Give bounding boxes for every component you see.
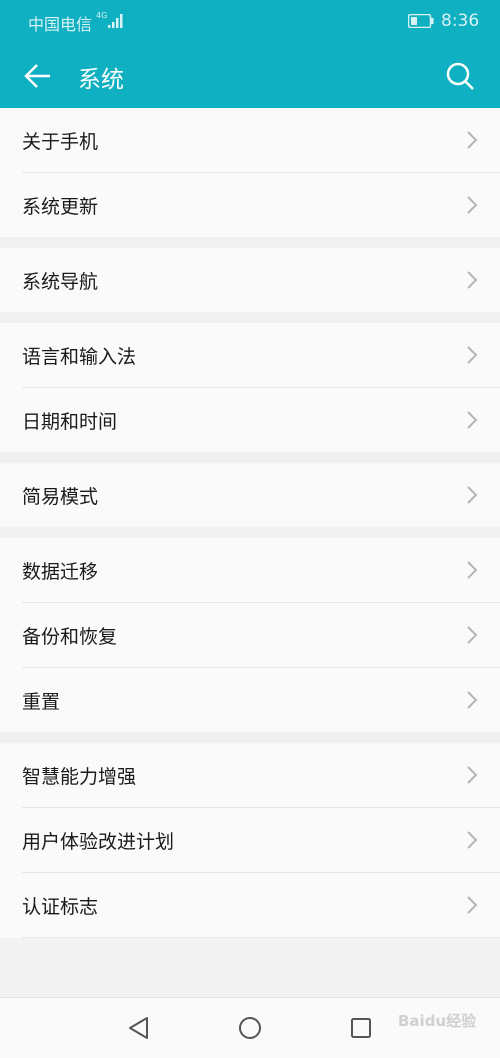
settings-item-data-migration[interactable]: 数据迁移 — [22, 538, 500, 603]
triangle-back-icon — [129, 1017, 148, 1039]
settings-item-user-experience[interactable]: 用户体验改进计划 — [22, 808, 500, 873]
settings-item-label: 系统更新 — [22, 196, 99, 218]
settings-item-backup-restore[interactable]: 备份和恢复 — [22, 603, 500, 668]
settings-item-simple-mode[interactable]: 简易模式 — [22, 463, 500, 527]
settings-item-label: 重置 — [22, 691, 61, 713]
search-button[interactable] — [440, 58, 480, 94]
chevron-right-icon — [467, 896, 478, 914]
signal-icon: 4G — [96, 11, 123, 28]
settings-item-language-input[interactable]: 语言和输入法 — [22, 323, 500, 388]
settings-group-2: 系统导航 — [0, 248, 500, 312]
settings-item-reset[interactable]: 重置 — [22, 668, 500, 732]
chevron-right-icon — [467, 486, 478, 504]
settings-item-system-navigation[interactable]: 系统导航 — [22, 248, 500, 312]
nav-back-button[interactable] — [123, 1012, 155, 1044]
chevron-right-icon — [467, 766, 478, 784]
settings-item-label: 系统导航 — [22, 271, 99, 293]
chevron-right-icon — [467, 131, 478, 149]
settings-item-label: 数据迁移 — [22, 561, 99, 583]
settings-item-date-time[interactable]: 日期和时间 — [22, 388, 500, 452]
settings-item-certification[interactable]: 认证标志 — [22, 873, 500, 937]
group-divider — [0, 527, 500, 538]
list-divider — [22, 937, 500, 938]
settings-item-label: 认证标志 — [22, 896, 99, 918]
network-type-label: 4G — [96, 11, 107, 20]
chevron-right-icon — [467, 561, 478, 579]
arrow-left-icon — [24, 64, 50, 88]
settings-item-system-update[interactable]: 系统更新 — [22, 173, 500, 237]
settings-group-1: 关于手机 系统更新 — [0, 108, 500, 237]
search-icon — [446, 62, 474, 90]
nav-recents-button[interactable] — [345, 1012, 377, 1044]
settings-item-label: 语言和输入法 — [22, 346, 137, 368]
group-divider — [0, 732, 500, 743]
square-recents-icon — [351, 1018, 371, 1038]
group-divider — [0, 312, 500, 323]
status-bar: 中国电信 4G 8:36 — [0, 0, 500, 44]
chevron-right-icon — [467, 346, 478, 364]
circle-home-icon — [239, 1017, 261, 1039]
chevron-right-icon — [467, 411, 478, 429]
chevron-right-icon — [467, 271, 478, 289]
page-title: 系统 — [78, 67, 124, 93]
settings-item-label: 智慧能力增强 — [22, 766, 137, 788]
clock: 8:36 — [441, 11, 480, 31]
chevron-right-icon — [467, 626, 478, 644]
settings-item-label: 关于手机 — [22, 131, 99, 153]
chevron-right-icon — [467, 691, 478, 709]
settings-group-5: 数据迁移 备份和恢复 重置 — [0, 538, 500, 732]
settings-item-label: 简易模式 — [22, 486, 99, 508]
group-divider — [0, 237, 500, 248]
settings-list: 关于手机 系统更新 系统导航 语言和输入法 日期和时间 简易模式 数据迁移 备份… — [0, 108, 500, 938]
chevron-right-icon — [467, 831, 478, 849]
settings-item-smart-capability[interactable]: 智慧能力增强 — [22, 743, 500, 808]
settings-item-label: 用户体验改进计划 — [22, 831, 175, 853]
app-bar: 系统 — [0, 44, 500, 108]
back-button[interactable] — [16, 58, 56, 94]
nav-home-button[interactable] — [234, 1012, 266, 1044]
settings-group-4: 简易模式 — [0, 463, 500, 527]
carrier-name: 中国电信 — [28, 15, 93, 34]
group-divider — [0, 452, 500, 463]
settings-item-about-phone[interactable]: 关于手机 — [22, 108, 500, 173]
settings-item-label: 日期和时间 — [22, 411, 118, 433]
watermark: Baidu经验 — [398, 1012, 477, 1030]
settings-item-label: 备份和恢复 — [22, 626, 118, 648]
battery-icon — [408, 14, 434, 28]
settings-group-3: 语言和输入法 日期和时间 — [0, 323, 500, 452]
chevron-right-icon — [467, 196, 478, 214]
settings-group-6: 智慧能力增强 用户体验改进计划 认证标志 — [0, 743, 500, 938]
